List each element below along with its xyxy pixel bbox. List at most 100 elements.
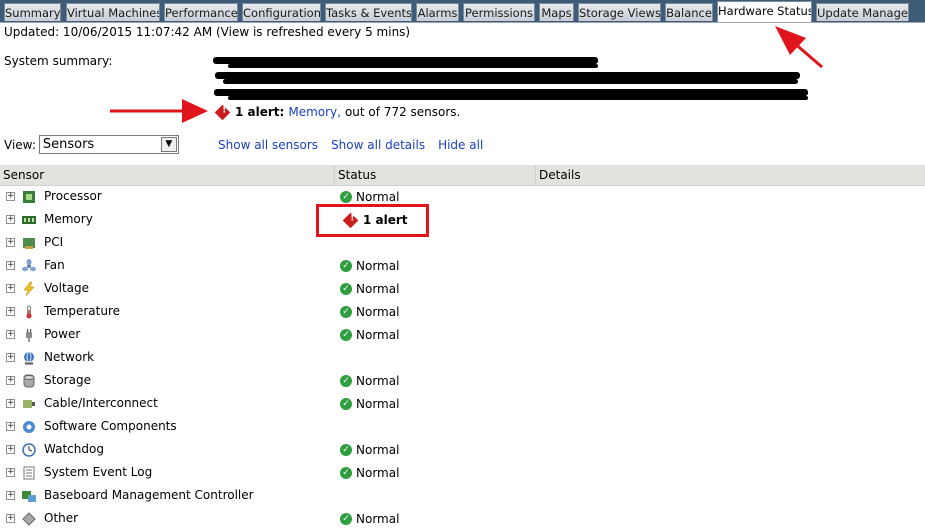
table-row[interactable]: + Voltage ✓ Normal [0,278,925,301]
expand-plus-icon[interactable]: + [6,468,15,477]
sensor-name: Power [44,327,81,341]
alert-summary: 1 alert: Memory, out of 772 sensors. [214,104,461,120]
expand-plus-icon[interactable]: + [6,215,15,224]
expand-plus-icon[interactable]: + [6,376,15,385]
view-selector-row: View: Sensors ▼ [4,135,179,154]
event-log-icon [22,466,36,480]
tab-permissions[interactable]: Permissions [463,3,535,21]
table-row[interactable]: + Temperature ✓ Normal [0,301,925,324]
expand-plus-icon[interactable]: + [6,238,15,247]
alert-memory-link[interactable]: Memory, [288,105,341,119]
sensor-name: Processor [44,189,102,203]
table-row[interactable]: + PCI [0,232,925,255]
pci-icon [22,236,36,250]
sensor-status: ✓ Normal [340,282,399,296]
memory-icon [22,213,36,227]
table-row[interactable]: + Fan ✓ Normal [0,255,925,278]
software-icon [22,420,36,434]
expand-plus-icon[interactable]: + [6,491,15,500]
table-row[interactable]: + Network [0,347,925,370]
sensor-status: ✓ Normal [340,512,399,526]
tab-balance[interactable]: Balance [665,3,713,21]
sensor-status-text: Normal [356,443,400,457]
sensor-name: PCI [44,235,64,249]
sensor-name: Watchdog [44,442,104,456]
expand-plus-icon[interactable]: + [6,192,15,201]
column-header-details[interactable]: Details [536,165,925,185]
sensor-status-text: Normal [356,466,400,480]
alert-sensor-total: out of 772 sensors. [344,105,461,119]
sensor-status: ✓ Normal [340,397,399,411]
expand-plus-icon[interactable]: + [6,445,15,454]
show-all-details-link[interactable]: Show all details [331,138,425,152]
sensor-name: Temperature [44,304,121,318]
redacted-line [223,79,798,84]
column-header-sensor[interactable]: Sensor [0,165,335,185]
tab-performance[interactable]: Performance [164,3,238,21]
expand-plus-icon[interactable]: + [6,399,15,408]
watchdog-icon [22,443,36,457]
sensor-name: System Event Log [44,465,153,479]
expand-plus-icon[interactable]: + [6,284,15,293]
tab-tasks-events[interactable]: Tasks & Events [325,3,412,21]
check-circle-icon: ✓ [340,191,352,203]
tab-configuration[interactable]: Configuration [242,3,321,21]
table-row[interactable]: + Other ✓ Normal [0,508,925,531]
sensor-name: Memory [44,212,93,226]
sensor-name: Baseboard Management Controller [44,488,254,502]
sensor-status: ✓ Normal [340,190,399,204]
expand-plus-icon[interactable]: + [6,330,15,339]
view-select[interactable]: Sensors ▼ [38,135,179,154]
updated-timestamp: Updated: 10/06/2015 11:07:42 AM (View is… [4,25,411,39]
bmc-icon [22,489,36,503]
column-header-status[interactable]: Status [335,165,536,185]
sensor-status: ✓ Normal [340,374,399,388]
table-row[interactable]: + Baseboard Management Controller [0,485,925,508]
sensor-status-text: Normal [356,305,400,319]
tab-virtual-machines[interactable]: Virtual Machines [66,3,160,21]
sensor-status: ✓ Normal [340,259,399,273]
table-row[interactable]: + Processor ✓ Normal [0,186,925,209]
table-row[interactable]: + System Event Log ✓ Normal [0,462,925,485]
check-circle-icon: ✓ [340,329,352,341]
tab-summary[interactable]: Summary [4,3,61,21]
sensor-status-text: Normal [356,374,400,388]
system-summary-label: System summary: [4,54,113,68]
annotation-arrowhead-left [182,99,208,123]
expand-plus-icon[interactable]: + [6,261,15,270]
check-circle-icon: ✓ [340,283,352,295]
processor-icon [22,190,36,204]
table-row[interactable]: + Software Components [0,416,925,439]
tab-hardware-status[interactable]: Hardware Status [717,1,812,22]
table-row[interactable]: + Cable/Interconnect ✓ Normal [0,393,925,416]
chevron-down-icon[interactable]: ▼ [160,137,177,152]
check-circle-icon: ✓ [340,306,352,318]
check-circle-icon: ✓ [340,398,352,410]
sensor-status-text: Normal [356,190,400,204]
sensor-name: Fan [44,258,65,272]
expand-plus-icon[interactable]: + [6,422,15,431]
sensor-status: ✓ Normal [340,305,399,319]
alert-icon [214,104,231,120]
sensor-name: Storage [44,373,91,387]
alert-count: 1 alert: [235,105,285,119]
show-all-sensors-link[interactable]: Show all sensors [218,138,318,152]
expand-plus-icon[interactable]: + [6,307,15,316]
network-icon [22,351,36,365]
table-row[interactable]: + Power ✓ Normal [0,324,925,347]
redacted-line [215,72,800,79]
table-row[interactable]: +Memory1 alert [0,209,925,232]
table-row[interactable]: + Storage ✓ Normal [0,370,925,393]
tab-maps[interactable]: Maps [539,3,574,21]
check-circle-icon: ✓ [340,260,352,272]
table-row[interactable]: + Watchdog ✓ Normal [0,439,925,462]
expand-plus-icon[interactable]: + [6,353,15,362]
hide-all-link[interactable]: Hide all [438,138,483,152]
tab-alarms[interactable]: Alarms [416,3,459,21]
check-circle-icon: ✓ [340,444,352,456]
storage-icon [22,374,36,388]
expand-plus-icon[interactable]: + [6,514,15,523]
tab-update-manager[interactable]: Update Manager [816,3,909,21]
tab-storage-views[interactable]: Storage Views [578,3,661,21]
sensor-name: Voltage [44,281,90,295]
